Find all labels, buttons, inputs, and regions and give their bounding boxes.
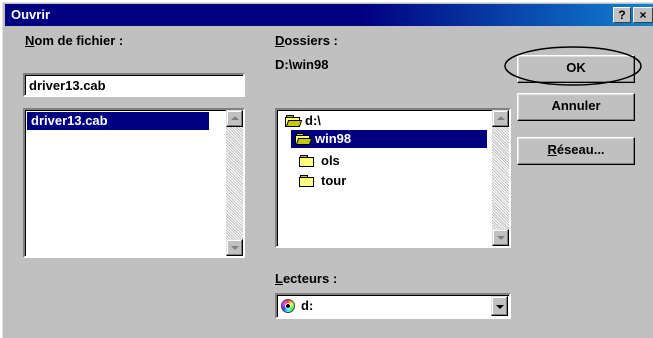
folder-icon: [299, 155, 315, 167]
scroll-up-button[interactable]: [492, 110, 509, 127]
folder-icon: [299, 175, 315, 187]
file-list[interactable]: driver13.cab: [23, 108, 245, 258]
folders-label: Dossiers :: [275, 33, 338, 48]
file-list-scrollbar[interactable]: [226, 110, 243, 256]
folder-item-win98[interactable]: win98: [291, 130, 487, 148]
drives-label: Lecteurs :: [275, 271, 338, 286]
window-title: Ouvrir: [11, 7, 51, 22]
current-path: D:\win98: [275, 57, 329, 72]
folder-item-tour[interactable]: tour: [297, 172, 346, 190]
help-icon: ?: [618, 8, 626, 22]
drive-value: d:: [301, 298, 314, 313]
title-bar: Ouvrir ? ×: [5, 4, 653, 26]
cd-drive-icon: [281, 299, 295, 313]
folder-tree[interactable]: d:\ win98 ols tour: [275, 108, 511, 248]
scroll-down-button[interactable]: [226, 239, 243, 256]
drives-dropdown-button[interactable]: [491, 296, 508, 316]
network-button[interactable]: Réseau...: [517, 137, 635, 165]
help-button[interactable]: ?: [613, 7, 631, 23]
drives-combobox[interactable]: d:: [275, 293, 511, 319]
folder-tree-scrollbar[interactable]: [492, 110, 509, 246]
file-name-value: driver13.cab: [29, 78, 106, 93]
down-arrow-icon: [231, 246, 239, 250]
open-folder-icon: [295, 133, 313, 145]
highlight-ellipse: [504, 46, 642, 86]
close-icon: ×: [639, 8, 647, 22]
file-name-label: Nom de fichier :: [25, 33, 124, 48]
down-arrow-icon: [497, 236, 505, 240]
close-button[interactable]: ×: [633, 7, 653, 23]
scroll-up-button[interactable]: [226, 110, 243, 127]
up-arrow-icon: [497, 116, 505, 120]
up-arrow-icon: [231, 116, 239, 120]
scroll-down-button[interactable]: [492, 229, 509, 246]
folder-item-root[interactable]: d:\: [283, 112, 321, 130]
file-name-input[interactable]: driver13.cab: [23, 73, 245, 97]
cancel-button[interactable]: Annuler: [517, 93, 635, 121]
folder-item-ols[interactable]: ols: [297, 152, 340, 170]
list-item[interactable]: driver13.cab: [27, 112, 209, 130]
open-folder-icon: [285, 115, 303, 127]
chevron-down-icon: [496, 305, 504, 309]
